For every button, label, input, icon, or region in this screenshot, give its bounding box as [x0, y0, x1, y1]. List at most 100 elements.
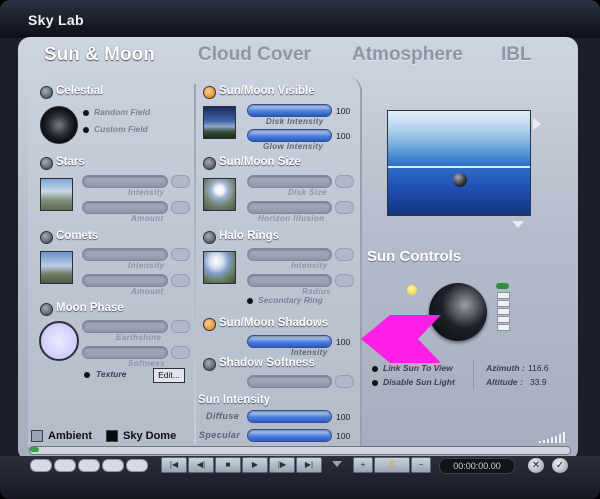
earthshine-slider[interactable] — [82, 320, 168, 333]
horizon-illusion-slider[interactable] — [247, 201, 332, 214]
azimuth-label: Azimuth : — [486, 363, 525, 373]
stars-intensity-value[interactable] — [171, 175, 190, 188]
frame-preset-5[interactable] — [126, 459, 148, 472]
disk-intensity-value[interactable]: 100 — [336, 106, 350, 116]
sun-level-step-2[interactable] — [497, 300, 510, 307]
halo-radius-value[interactable] — [335, 274, 354, 287]
comets-preview-image[interactable] — [40, 251, 73, 284]
stars-amount-value[interactable] — [171, 201, 190, 214]
tab-cloud-cover[interactable]: Cloud Cover — [198, 44, 311, 66]
sun-moon-size-preview[interactable] — [203, 178, 236, 211]
random-field-radio[interactable] — [83, 110, 89, 116]
tab-atmosphere[interactable]: Atmosphere — [352, 44, 463, 66]
ambient-checkbox[interactable] — [31, 430, 43, 442]
disk-size-slider[interactable] — [247, 175, 332, 188]
disk-size-value[interactable] — [335, 175, 354, 188]
step-back-icon[interactable]: ◀| — [188, 457, 214, 473]
timecode-display[interactable]: 00:00:00.00 — [439, 458, 515, 474]
go-to-end-icon[interactable]: ▶| — [296, 457, 322, 473]
shadow-softness-slider[interactable] — [247, 375, 332, 388]
title-bar: Sky Lab — [0, 0, 600, 38]
comets-intensity-value[interactable] — [171, 248, 190, 261]
shadow-intensity-slider[interactable] — [247, 335, 332, 348]
shadow-intensity-value[interactable]: 100 — [336, 337, 350, 347]
halo-rings-preview[interactable] — [203, 251, 236, 284]
softness-value[interactable] — [171, 346, 190, 359]
sky-dome-checkbox[interactable] — [106, 430, 118, 442]
disable-sun-light-radio[interactable] — [372, 380, 378, 386]
comets-intensity-slider[interactable] — [82, 248, 168, 261]
texture-radio[interactable] — [84, 372, 90, 378]
softness-slider[interactable] — [82, 346, 168, 359]
key-icon[interactable]: ⚿ — [374, 457, 410, 473]
moon-phase-toggle[interactable] — [40, 303, 53, 316]
sun-moon-size-toggle[interactable] — [203, 157, 216, 170]
sun-moon-visible-preview[interactable] — [203, 106, 236, 139]
ok-check-icon[interactable]: ✓ — [552, 458, 568, 473]
timeline-dropdown-icon[interactable] — [331, 460, 343, 468]
texture-edit-button[interactable]: Edit... — [153, 368, 185, 383]
disk-intensity-slider[interactable] — [247, 104, 332, 117]
stop-icon[interactable]: ■ — [215, 457, 241, 473]
frame-preset-1[interactable] — [30, 459, 52, 472]
azimuth-value[interactable]: 116.6 — [528, 363, 549, 373]
celestial-orb[interactable] — [40, 106, 78, 144]
specular-value[interactable]: 100 — [336, 431, 350, 441]
frame-preset-4[interactable] — [102, 459, 124, 472]
stars-intensity-slider[interactable] — [82, 175, 168, 188]
horizon-illusion-value[interactable] — [335, 201, 354, 214]
shadow-softness-toggle[interactable] — [203, 358, 216, 371]
halo-radius-slider[interactable] — [247, 274, 332, 287]
sun-moon-visible-toggle[interactable] — [203, 86, 216, 99]
timeline-track[interactable] — [29, 446, 571, 455]
altitude-value[interactable]: 33.9 — [530, 377, 547, 387]
sun-moon-shadows-toggle[interactable] — [203, 318, 216, 331]
celestial-toggle[interactable] — [40, 86, 53, 99]
secondary-ring-radio[interactable] — [247, 298, 253, 304]
custom-field-radio[interactable] — [83, 127, 89, 133]
stars-preview-image[interactable] — [40, 178, 73, 211]
play-icon[interactable]: ▶ — [242, 457, 268, 473]
diffuse-slider[interactable] — [247, 410, 332, 423]
random-field-label: Random Field — [94, 107, 151, 117]
tab-ibl[interactable]: IBL — [501, 44, 532, 66]
preview-clouds — [388, 111, 530, 151]
column-divider — [194, 84, 196, 444]
glow-intensity-slider[interactable] — [247, 129, 332, 142]
halo-rings-toggle[interactable] — [203, 231, 216, 244]
frame-preset-3[interactable] — [78, 459, 100, 472]
shadow-softness-value[interactable] — [335, 375, 354, 388]
preview-expand-right-icon[interactable] — [532, 117, 542, 131]
stars-amount-slider[interactable] — [82, 201, 168, 214]
diffuse-value[interactable]: 100 — [336, 412, 350, 422]
step-forward-icon[interactable]: |▶ — [269, 457, 295, 473]
add-keyframe-icon[interactable]: + — [353, 457, 373, 473]
sun-level-step-5[interactable] — [497, 324, 510, 331]
tab-sun-moon[interactable]: Sun & Moon — [44, 44, 155, 66]
go-to-start-icon[interactable]: |◀ — [161, 457, 187, 473]
link-sun-to-view-radio[interactable] — [372, 366, 378, 372]
halo-intensity-slider[interactable] — [247, 248, 332, 261]
close-icon[interactable]: ✕ — [528, 458, 544, 473]
sky-preview[interactable] — [387, 110, 531, 216]
halo-intensity-value[interactable] — [335, 248, 354, 261]
moon-orb[interactable] — [39, 321, 79, 361]
preview-expand-down-icon[interactable] — [511, 220, 525, 229]
comets-amount-value[interactable] — [171, 274, 190, 287]
glow-intensity-value[interactable]: 100 — [336, 131, 350, 141]
remove-keyframe-icon[interactable]: − — [411, 457, 431, 473]
stars-toggle[interactable] — [40, 157, 53, 170]
horizon-illusion-label: Horizon Illusion — [258, 214, 325, 223]
sun-level-step-1[interactable] — [497, 292, 510, 299]
frame-preset-2[interactable] — [54, 459, 76, 472]
specular-slider[interactable] — [247, 429, 332, 442]
disable-sun-light-label: Disable Sun Light — [383, 377, 455, 387]
custom-field-label: Custom Field — [94, 124, 148, 134]
timeline-marker[interactable] — [30, 447, 39, 452]
sun-level-step-4[interactable] — [497, 316, 510, 323]
comets-toggle[interactable] — [40, 231, 53, 244]
earthshine-value[interactable] — [171, 320, 190, 333]
sun-level-step-3[interactable] — [497, 308, 510, 315]
comets-amount-slider[interactable] — [82, 274, 168, 287]
moon-phase-title: Moon Phase — [56, 302, 124, 314]
